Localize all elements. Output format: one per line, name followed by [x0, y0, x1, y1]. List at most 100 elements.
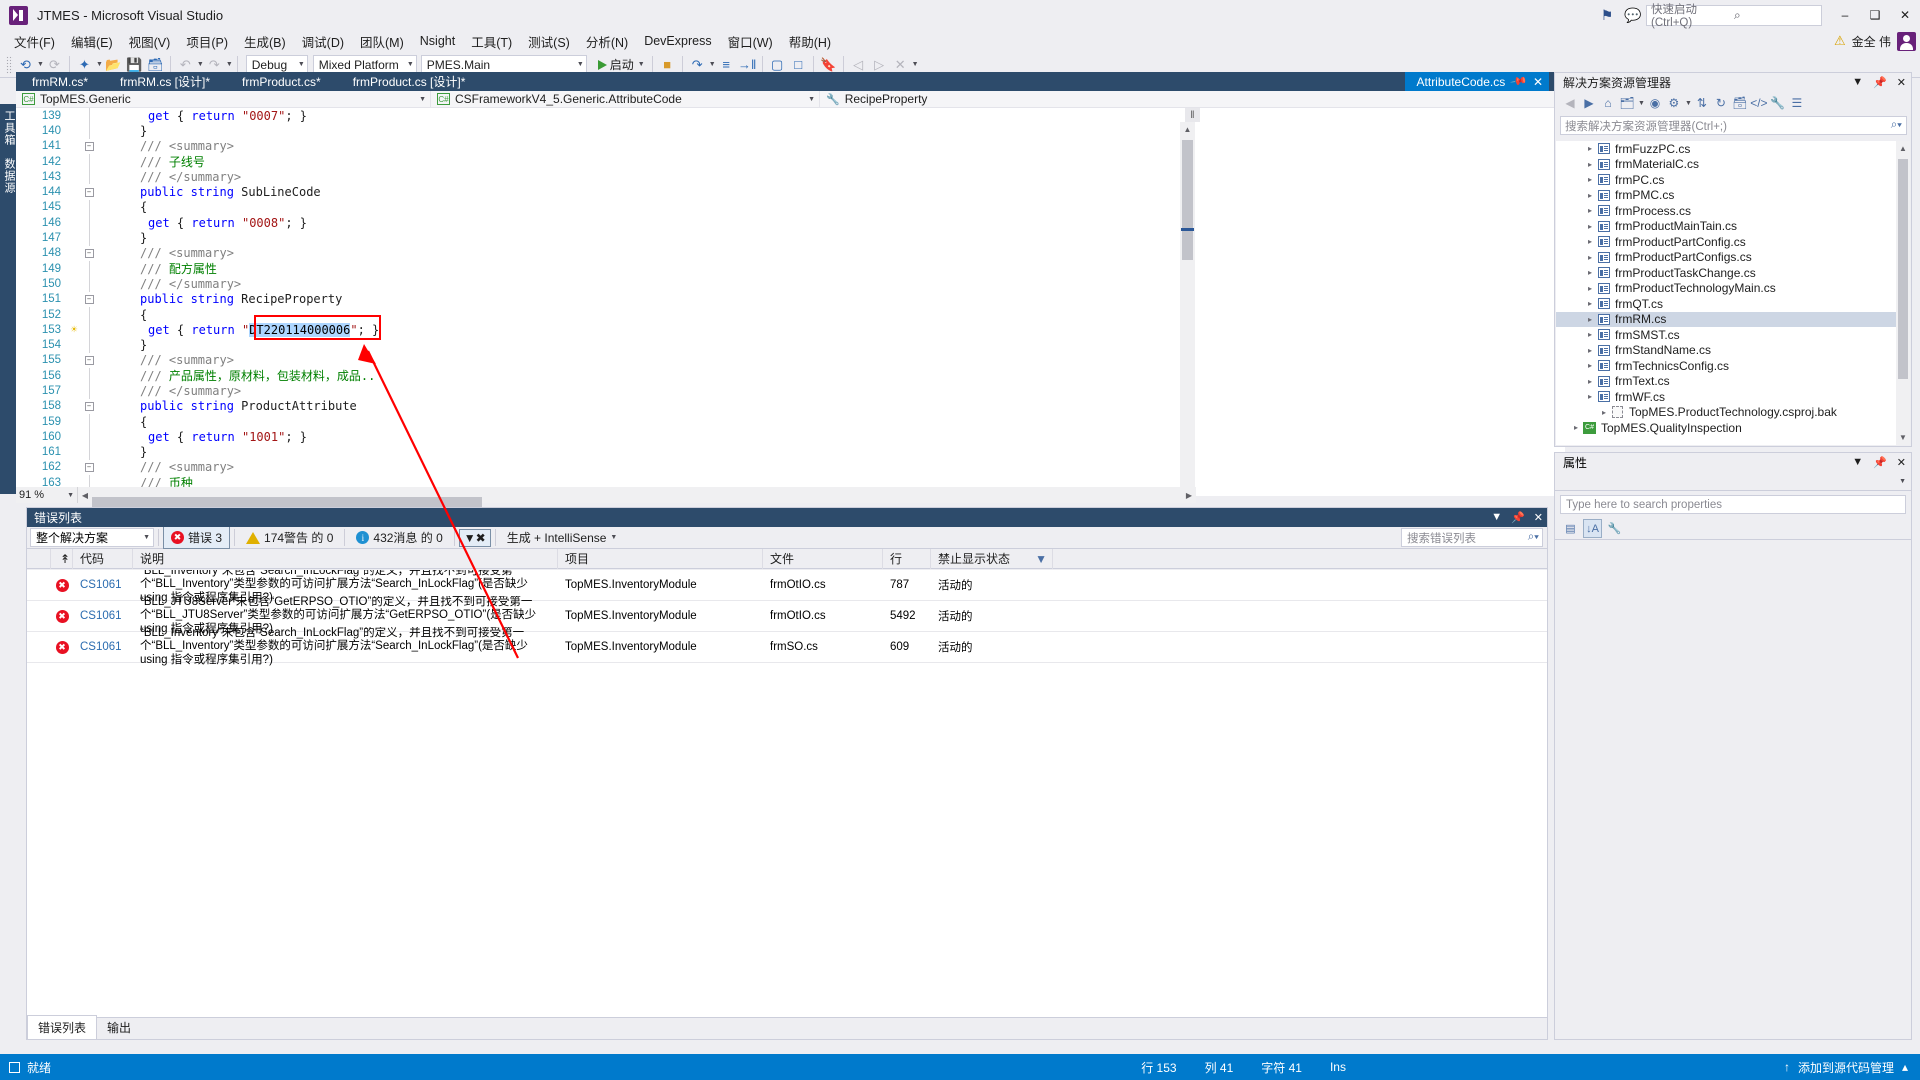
tree-item[interactable]: ▸ frmProductTechnologyMain.cs: [1556, 281, 1910, 297]
chevron-right-icon[interactable]: ▸: [1584, 346, 1596, 355]
tree-item[interactable]: ▸ TopMES.ProductTechnology.csproj.bak: [1556, 405, 1910, 421]
navbar-member-dropdown[interactable]: 🔧 RecipeProperty: [820, 91, 1565, 107]
pin-icon[interactable]: 📌: [1873, 76, 1887, 89]
properties-search-input[interactable]: Type here to search properties: [1560, 495, 1906, 514]
tree-item[interactable]: ▸ frmStandName.cs: [1556, 343, 1910, 359]
tab-attributecode-cs[interactable]: AttributeCode.cs 📌 ✕: [1404, 72, 1549, 91]
fold-margin[interactable]: [80, 169, 98, 185]
toolbar-grip[interactable]: [6, 55, 13, 74]
chevron-down-icon[interactable]: ▼: [610, 534, 617, 541]
chevron-down-icon[interactable]: ▼: [1899, 478, 1906, 485]
warning-triangle-icon[interactable]: ⚠: [1834, 33, 1846, 49]
tree-item[interactable]: ▸ frmProductPartConfigs.cs: [1556, 250, 1910, 266]
tab-frmrm-designer[interactable]: frmRM.cs [设计]*: [104, 72, 226, 91]
menu-devexpress[interactable]: DevExpress: [636, 32, 719, 50]
code-line[interactable]: 153 ☀ get { return "DT220114000006"; }: [16, 322, 1565, 338]
navbar-project-dropdown[interactable]: C# TopMES.Generic ▼: [16, 91, 431, 107]
menu-build[interactable]: 生成(B): [236, 30, 294, 53]
chevron-right-icon[interactable]: ▸: [1584, 160, 1596, 169]
code-line[interactable]: 146 get { return "0008"; }: [16, 215, 1565, 231]
error-row[interactable]: ✖ CS1061 “BLL_Inventory”未包含“Search_InLockF…: [27, 627, 1547, 666]
menu-view[interactable]: 视图(V): [121, 30, 179, 53]
flag-icon[interactable]: ⚑: [1594, 3, 1620, 27]
chevron-right-icon[interactable]: ▸: [1584, 377, 1596, 386]
code-line[interactable]: 150 /// </summary>: [16, 276, 1565, 292]
show-properties-icon[interactable]: 🔧: [1769, 94, 1787, 112]
tree-item[interactable]: ▸ C# TopMES.QualityInspection: [1556, 420, 1910, 436]
column-description[interactable]: 说明: [133, 548, 558, 569]
tab-frmrm-cs[interactable]: frmRM.cs*: [16, 72, 104, 91]
menu-tools[interactable]: 工具(T): [463, 30, 520, 53]
code-line[interactable]: 160 get { return "1001"; }: [16, 429, 1565, 445]
chevron-up-icon[interactable]: ▴: [1902, 1060, 1908, 1074]
tree-item[interactable]: ▸ frmFuzzPC.cs: [1556, 141, 1910, 157]
collapse-icon[interactable]: −: [84, 187, 94, 197]
maximize-button[interactable]: ❑: [1860, 2, 1890, 28]
chevron-right-icon[interactable]: ▸: [1598, 408, 1610, 417]
search-icon[interactable]: ⌕: [1734, 8, 1817, 23]
fold-margin[interactable]: [80, 306, 98, 323]
fold-margin[interactable]: [80, 337, 98, 353]
pin-icon[interactable]: 📌: [1511, 511, 1525, 524]
fold-margin[interactable]: [80, 153, 98, 170]
menu-test[interactable]: 测试(S): [520, 30, 578, 53]
switch-views-icon[interactable]: 🗂: [1618, 94, 1636, 112]
code-line[interactable]: 162 − /// <summary>: [16, 460, 1565, 475]
close-icon[interactable]: ✕: [1897, 456, 1906, 469]
solution-tree[interactable]: ▸ frmFuzzPC.cs ▸ frmMaterialC.cs ▸ frmPC.cs ▸ f…: [1556, 141, 1910, 445]
code-line[interactable]: 161}: [16, 444, 1565, 460]
tree-item[interactable]: ▸ frmProductMainTain.cs: [1556, 219, 1910, 235]
chevron-right-icon[interactable]: ▸: [1584, 253, 1596, 262]
fold-margin[interactable]: [80, 199, 98, 216]
back-dropdown-icon[interactable]: ▼: [37, 61, 44, 68]
chevron-down-icon[interactable]: ▼: [1852, 76, 1863, 89]
chevron-right-icon[interactable]: ▸: [1584, 175, 1596, 184]
chevron-down-icon[interactable]: ▼: [1685, 100, 1692, 107]
code-line[interactable]: 152 {: [16, 306, 1565, 323]
code-line[interactable]: 147}: [16, 230, 1565, 246]
tab-frmproduct-cs[interactable]: frmProduct.cs*: [226, 72, 337, 91]
start-debug-button[interactable]: 启动 ▼: [595, 56, 648, 73]
code-line[interactable]: 155 − /// <summary>: [16, 353, 1565, 368]
fold-margin[interactable]: [80, 230, 98, 246]
chevron-down-icon[interactable]: ▼: [1491, 511, 1502, 524]
properties-icon[interactable]: </>: [1750, 94, 1768, 112]
code-line[interactable]: 157 /// </summary>: [16, 383, 1565, 399]
fold-margin[interactable]: [80, 383, 98, 399]
chevron-down-icon[interactable]: ▼: [67, 492, 74, 499]
tab-frmproduct-designer[interactable]: frmProduct.cs [设计]*: [336, 72, 482, 91]
tree-item[interactable]: ▸ frmText.cs: [1556, 374, 1910, 390]
filter-icon[interactable]: ▼: [1035, 552, 1047, 566]
forward-icon[interactable]: ▶: [1580, 94, 1598, 112]
tree-item[interactable]: ▸ frmTechnicsConfig.cs: [1556, 358, 1910, 374]
code-line[interactable]: 143 /// </summary>: [16, 169, 1565, 185]
tree-item[interactable]: ▸ frmProductTaskChange.cs: [1556, 265, 1910, 281]
menu-nsight[interactable]: Nsight: [412, 32, 463, 50]
chevron-down-icon[interactable]: ▼: [403, 61, 414, 68]
code-lines[interactable]: 139 get { return "0007"; } 140} 141−/// <su…: [16, 108, 1565, 491]
upload-icon[interactable]: ↑: [1784, 1060, 1790, 1074]
quick-launch-input[interactable]: 快速启动 (Ctrl+Q) ⌕: [1646, 4, 1822, 29]
sync-icon[interactable]: ⇅: [1693, 94, 1711, 112]
chevron-right-icon[interactable]: ▸: [1584, 237, 1596, 246]
editor-split-handle[interactable]: ‖: [1185, 108, 1200, 122]
code-editor[interactable]: 139 get { return "0007"; } 140} 141−/// <su…: [16, 108, 1565, 496]
fold-margin[interactable]: [80, 368, 98, 384]
editor-vertical-scrollbar[interactable]: ▲: [1180, 122, 1195, 487]
code-line[interactable]: 158− public string ProductAttribute: [16, 399, 1565, 414]
code-line[interactable]: 148 − /// <summary>: [16, 246, 1565, 261]
collapse-icon[interactable]: −: [84, 248, 94, 258]
chevron-down-icon[interactable]: ▼: [294, 61, 305, 68]
code-line[interactable]: 139 get { return "0007"; }: [16, 108, 1565, 124]
fold-margin[interactable]: −: [80, 355, 98, 365]
tree-item[interactable]: ▸ frmWF.cs: [1556, 389, 1910, 405]
code-line[interactable]: 154}: [16, 337, 1565, 353]
collapse-icon[interactable]: −: [84, 355, 94, 365]
alphabetical-sort-icon[interactable]: ↓A: [1583, 519, 1602, 538]
tab-output[interactable]: 输出: [97, 1016, 141, 1039]
pin-icon[interactable]: 📌: [1510, 72, 1529, 91]
fold-margin[interactable]: −: [80, 462, 98, 472]
fold-margin[interactable]: [80, 322, 98, 338]
fold-margin[interactable]: −: [80, 187, 98, 197]
chevron-down-icon[interactable]: ▼: [143, 534, 150, 541]
